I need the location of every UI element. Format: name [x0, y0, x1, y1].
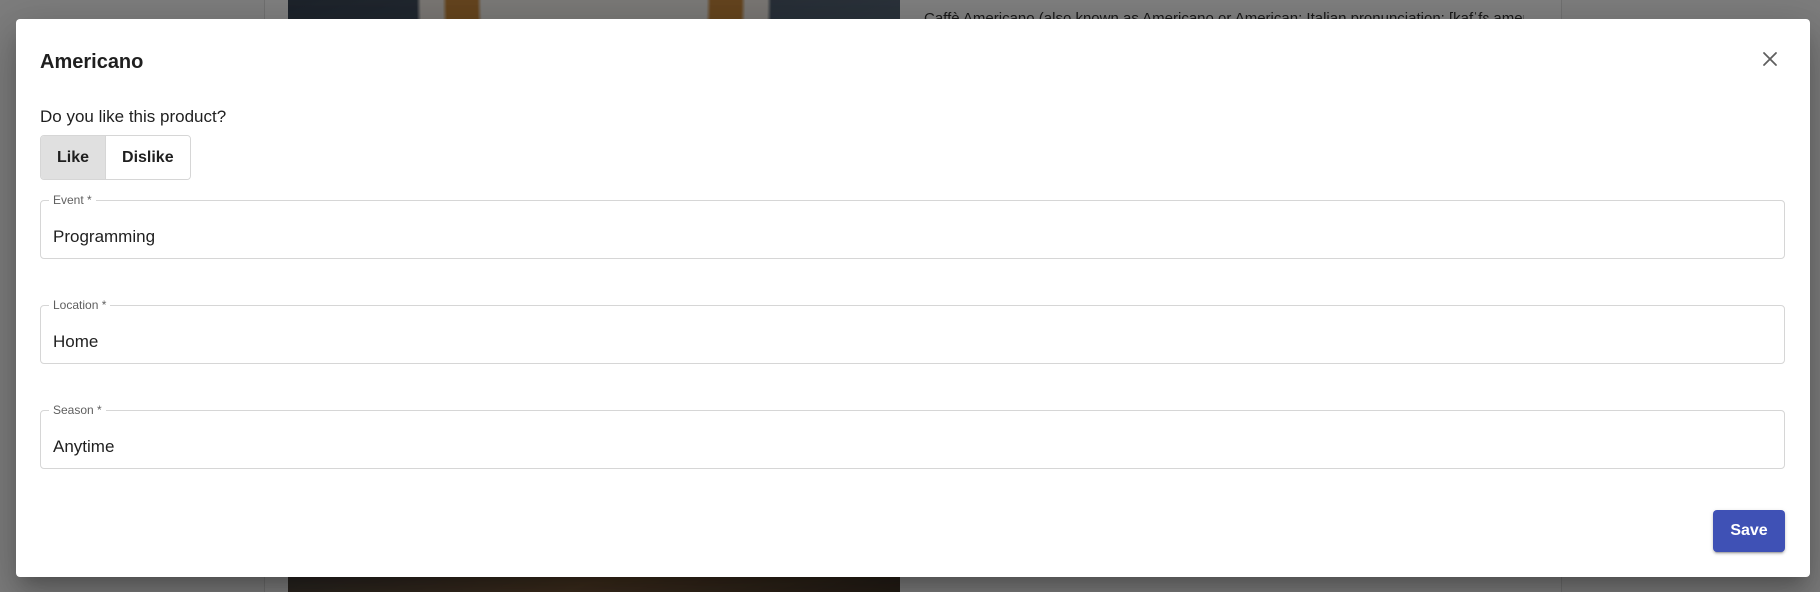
event-input[interactable] [41, 201, 1784, 258]
location-input[interactable] [41, 306, 1784, 363]
location-field: Location * [40, 298, 1785, 364]
save-button[interactable]: Save [1713, 510, 1785, 552]
season-input[interactable] [41, 411, 1784, 468]
dialog-title: Americano [40, 51, 144, 73]
season-field: Season * [40, 403, 1785, 469]
close-button[interactable] [1754, 43, 1786, 75]
like-question: Do you like this product? [40, 107, 227, 126]
dislike-toggle[interactable]: Dislike [105, 136, 190, 179]
close-icon [1763, 52, 1777, 66]
event-field: Event * [40, 193, 1785, 259]
feedback-dialog: Americano Do you like this product? Like… [16, 19, 1810, 577]
like-toggle[interactable]: Like [41, 136, 106, 179]
like-toggle-group: Like Dislike [40, 135, 191, 180]
